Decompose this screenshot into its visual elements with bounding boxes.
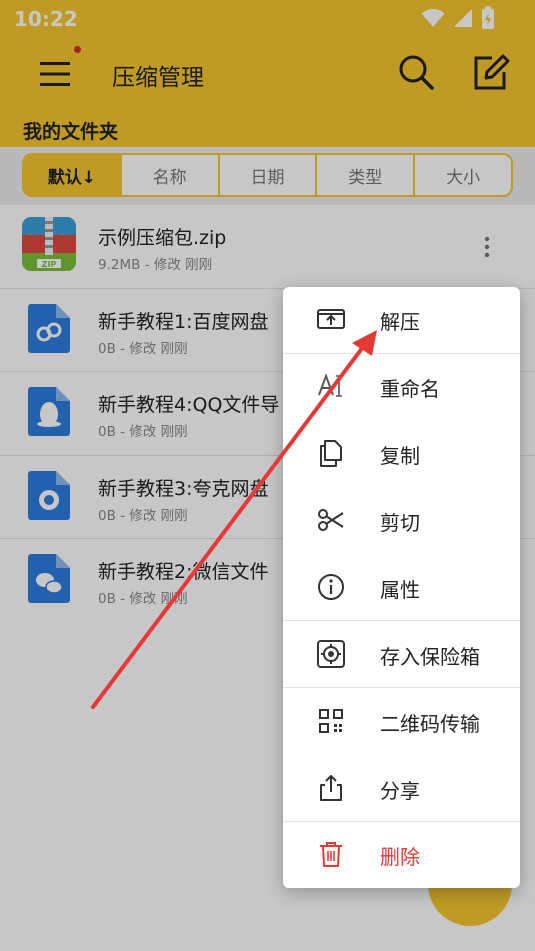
vault-icon [317,640,345,668]
menu-item-label: 存入保险箱 [380,645,480,669]
menu-item-label: 属性 [380,578,420,602]
rename-icon [318,373,342,397]
share-icon [320,775,342,801]
menu-item-share[interactable]: 分享 [283,756,520,822]
menu-item-label: 剪切 [380,511,420,535]
menu-item-extract[interactable]: 解压 [283,287,520,353]
scissors-icon [318,509,344,531]
menu-item-label: 解压 [380,310,420,334]
menu-item-properties[interactable]: 属性 [283,555,520,621]
menu-item-cut[interactable]: 剪切 [283,488,520,554]
menu-item-label: 重命名 [380,377,440,401]
menu-item-rename[interactable]: 重命名 [283,354,520,420]
trash-icon [320,842,342,867]
menu-item-label: 二维码传输 [380,712,480,736]
menu-item-qrcode-transfer[interactable]: 二维码传输 [283,689,520,755]
copy-icon [320,440,342,467]
menu-item-label: 删除 [380,845,420,869]
menu-item-copy[interactable]: 复制 [283,421,520,487]
extract-icon [317,309,345,329]
menu-item-delete[interactable]: 删除 [283,822,520,888]
menu-divider [283,620,520,621]
context-menu: 解压 重命名 复制 剪切 属性 存入保险箱 二维码传输 分享 删除 [283,287,520,888]
menu-item-label: 复制 [380,444,420,468]
menu-item-vault[interactable]: 存入保险箱 [283,622,520,688]
qrcode-icon [319,709,343,733]
info-icon [318,574,344,600]
menu-divider [283,687,520,688]
menu-item-label: 分享 [380,779,420,803]
